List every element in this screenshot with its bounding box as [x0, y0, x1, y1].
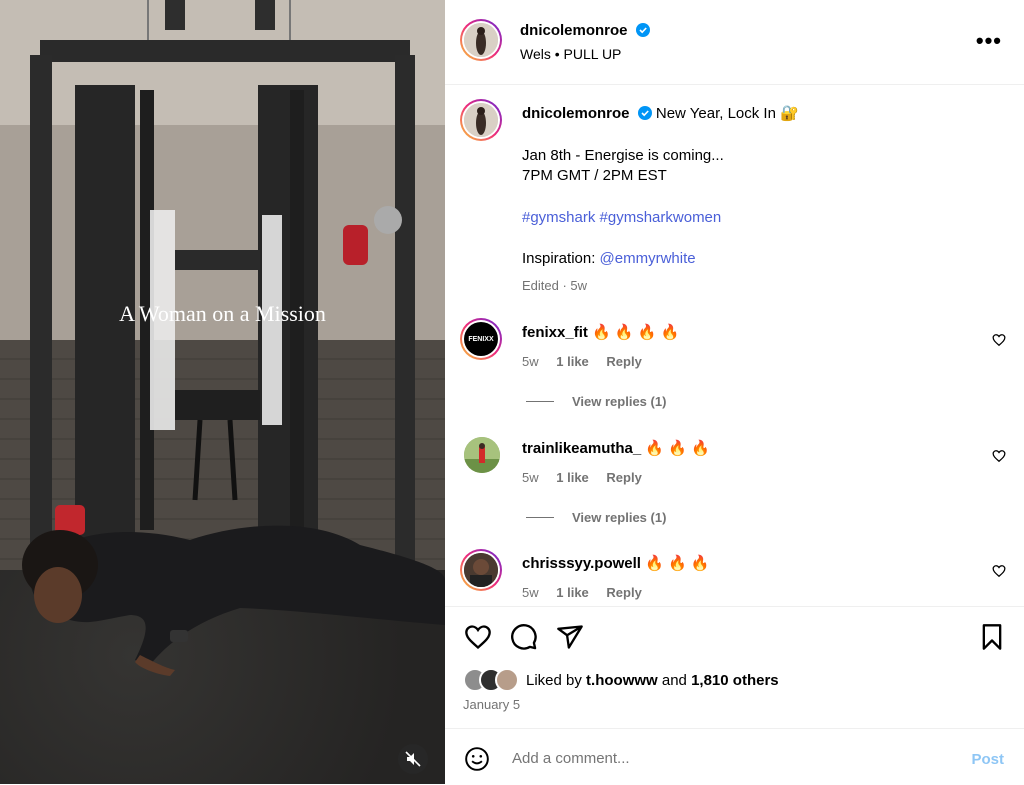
mention-link[interactable]: @emmyrwhite	[600, 250, 696, 267]
mute-icon	[405, 751, 421, 767]
comment-reply-button[interactable]: Reply	[606, 585, 641, 600]
more-options-button[interactable]: •••	[976, 28, 1002, 54]
post-sidebar: dnicolemonroe Wels • PULL UP ••• dnicole…	[445, 0, 1024, 784]
post-media[interactable]: A Woman on a Mission	[0, 0, 445, 784]
comments-scroll-area[interactable]: dnicolemonroe New Year, Lock In 🔐 Jan 8t…	[445, 85, 1024, 605]
header-separator: •	[554, 46, 560, 62]
header-avatar[interactable]	[460, 19, 502, 61]
view-replies-line	[526, 517, 554, 518]
comment-icon[interactable]	[510, 623, 538, 651]
view-replies-label: View replies (1)	[572, 394, 667, 409]
mute-button[interactable]	[398, 744, 428, 774]
post-date[interactable]: January 5	[463, 697, 520, 712]
verified-icon	[635, 23, 650, 37]
comment-avatar[interactable]	[460, 549, 502, 591]
more-icon: •••	[975, 28, 1002, 53]
liked-by-user[interactable]: t.hoowww	[586, 672, 658, 689]
view-replies-line	[526, 401, 554, 402]
comment-age: 5w	[522, 354, 539, 369]
comment-avatar[interactable]	[464, 437, 500, 473]
verified-icon	[637, 106, 652, 120]
comment-likes[interactable]: 1 like	[556, 470, 589, 485]
hashtag-link[interactable]: #gymsharkwomen	[600, 209, 722, 226]
caption-hashtags: #gymshark #gymsharkwomen	[522, 208, 721, 228]
liked-by-and: and	[661, 672, 687, 689]
header-subline: Wels • PULL UP	[520, 46, 621, 62]
caption-edited: Edited · 5w	[522, 278, 588, 293]
comment-likes[interactable]: 1 like	[556, 354, 589, 369]
header-audio[interactable]: PULL UP	[564, 46, 622, 62]
comment-text: 🔥 🔥 🔥 🔥	[592, 324, 680, 341]
comment-username[interactable]: fenixx_fit	[522, 324, 588, 341]
heart-icon[interactable]	[992, 564, 1006, 578]
post-header: dnicolemonroe Wels • PULL UP •••	[445, 0, 1024, 85]
view-replies-button[interactable]: View replies (1)	[526, 510, 666, 525]
comment-meta: 5w 1 like Reply	[522, 470, 642, 485]
comment-meta: 5w 1 like Reply	[522, 585, 642, 600]
comment-avatar-label: FENIXX	[468, 335, 494, 343]
heart-icon[interactable]	[992, 449, 1006, 463]
comment-likes[interactable]: 1 like	[556, 585, 589, 600]
post-button[interactable]: Post	[971, 751, 1004, 768]
heart-icon[interactable]	[992, 333, 1006, 347]
caption-title: New Year, Lock In 🔐	[655, 105, 799, 122]
hashtag-link[interactable]: #gymshark	[522, 209, 595, 226]
caption-line-1: Jan 8th - Energise is coming...	[522, 147, 724, 164]
comment-text: 🔥 🔥 🔥	[645, 555, 710, 572]
caption: dnicolemonroe New Year, Lock In 🔐	[522, 104, 1002, 124]
liked-by-prefix: Liked by	[526, 672, 582, 689]
comment-avatar[interactable]: FENIXX	[460, 318, 502, 360]
caption-avatar[interactable]	[460, 99, 502, 141]
avatar	[495, 668, 519, 692]
comment-body: trainlikeamutha_ 🔥 🔥 🔥	[522, 439, 710, 457]
inspiration-label: Inspiration:	[522, 250, 596, 267]
header-location[interactable]: Wels	[520, 46, 551, 62]
comment-reply-button[interactable]: Reply	[606, 354, 641, 369]
view-replies-button[interactable]: View replies (1)	[526, 394, 666, 409]
caption-line-2: 7PM GMT / 2PM EST	[522, 167, 667, 184]
bookmark-icon[interactable]	[978, 623, 1006, 651]
comment-body: chrisssyy.powell 🔥 🔥 🔥	[522, 554, 710, 572]
header-username-row: dnicolemonroe	[520, 22, 650, 40]
liked-by-others[interactable]: 1,810 others	[691, 672, 779, 689]
comment-age: 5w	[522, 470, 539, 485]
comment-body: fenixx_fit 🔥 🔥 🔥 🔥	[522, 323, 679, 341]
view-replies-label: View replies (1)	[572, 510, 667, 525]
comment-reply-button[interactable]: Reply	[606, 470, 641, 485]
action-bar	[445, 606, 1024, 667]
header-username[interactable]: dnicolemonroe	[520, 22, 628, 39]
liked-by-avatars[interactable]	[463, 668, 523, 694]
comment-text: 🔥 🔥 🔥	[645, 440, 710, 457]
comment-bar: Post	[445, 728, 1024, 785]
comment-username[interactable]: chrisssyy.powell	[522, 555, 641, 572]
share-icon[interactable]	[556, 623, 584, 651]
caption-username[interactable]: dnicolemonroe	[522, 105, 630, 122]
person-graphic	[22, 525, 445, 676]
media-overlay-text: A Woman on a Mission	[119, 301, 326, 326]
comment-meta: 5w 1 like Reply	[522, 354, 642, 369]
comment-username[interactable]: trainlikeamutha_	[522, 440, 641, 457]
caption-inspiration: Inspiration: @emmyrwhite	[522, 249, 696, 269]
heart-icon[interactable]	[464, 623, 492, 651]
comment-age: 5w	[522, 585, 539, 600]
emoji-icon[interactable]	[464, 746, 490, 772]
liked-by-text: Liked by t.hoowww and 1,810 others	[526, 672, 779, 689]
comment-input[interactable]	[510, 749, 934, 768]
